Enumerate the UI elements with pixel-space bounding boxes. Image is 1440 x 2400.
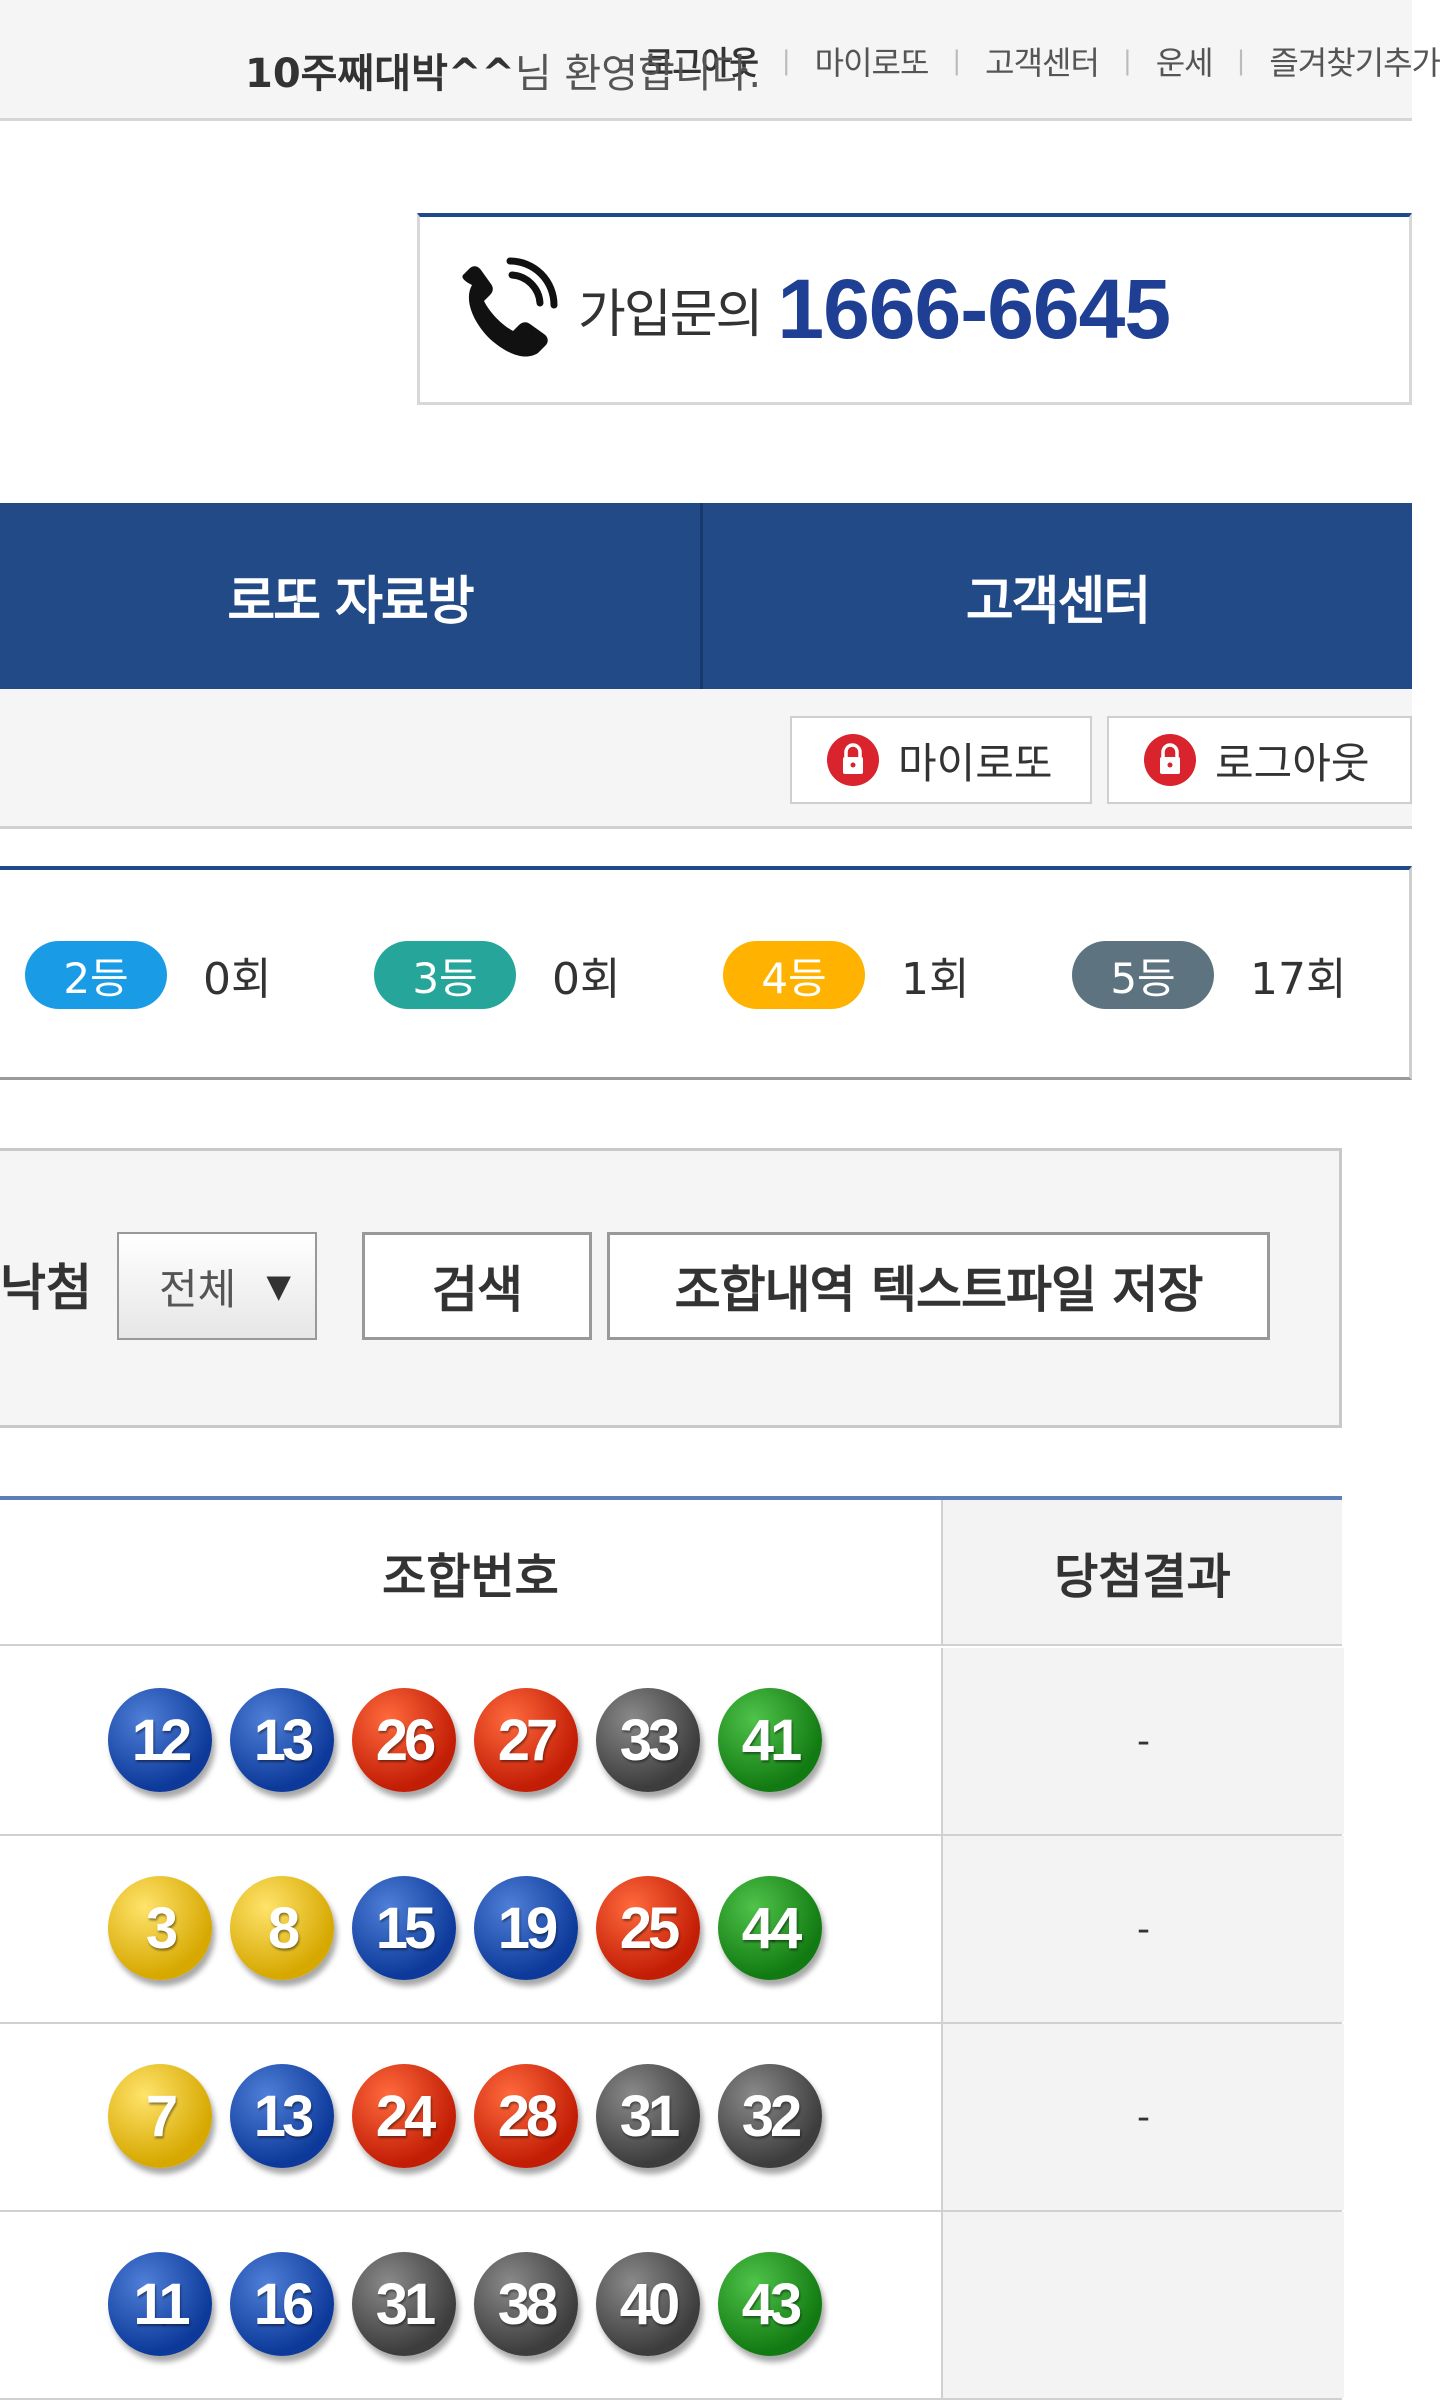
lotto-ball-group: 11 16 31 38 40 43	[108, 2252, 840, 2356]
table-row: 3 8 15 19 25 44-	[0, 1836, 1344, 2024]
lotto-ball: 16	[230, 2252, 334, 2356]
lotto-ball: 27	[474, 1688, 578, 1792]
lotto-ball-group: 7 13 24 28 31 32	[108, 2064, 840, 2168]
mylotto-button-label: 마이로또	[898, 738, 1053, 788]
row-result	[941, 2212, 1344, 2398]
rank-count: 0회	[552, 954, 621, 1005]
lotto-ball: 31	[596, 2064, 700, 2168]
column-header-combination: 조합번호	[0, 1500, 941, 1646]
top-link-support[interactable]: 고객센터	[985, 38, 1100, 84]
top-link-mylotto[interactable]: 마이로또	[815, 38, 930, 84]
rank-item: 2등 0회	[25, 940, 271, 1010]
table-row: 11 16 31 38 40 43	[0, 2212, 1344, 2400]
signup-phone-box: 가입문의 1666-6645	[417, 213, 1412, 405]
lotto-ball: 44	[718, 1876, 822, 1980]
row-result: -	[941, 1648, 1344, 1834]
rank-count: 1회	[901, 954, 970, 1005]
divider: |	[952, 46, 962, 76]
main-nav: 로또 자료방 고객센터	[0, 503, 1412, 689]
lotto-ball: 15	[352, 1876, 456, 1980]
lotto-ball: 33	[596, 1688, 700, 1792]
divider: |	[781, 46, 791, 76]
column-header-result: 당첨결과	[941, 1500, 1342, 1646]
lotto-ball: 7	[108, 2064, 212, 2168]
rank-badge: 3등	[374, 941, 516, 1009]
welcome-username: 10주째대박^^	[245, 51, 515, 97]
logout-button[interactable]: 로그아웃	[1107, 716, 1412, 804]
table-row: 7 13 24 28 31 32-	[0, 2024, 1344, 2212]
lotto-ball: 19	[474, 1876, 578, 1980]
lotto-ball-group: 3 8 15 19 25 44	[108, 1876, 840, 1980]
welcome-message: 10주째대박^^ 님 환영합니다.	[245, 0, 761, 140]
lotto-ball: 26	[352, 1688, 456, 1792]
rank-item: 5등 17회	[1072, 940, 1346, 1010]
lotto-ball: 11	[108, 2252, 212, 2356]
rank-count: 0회	[203, 954, 272, 1005]
lotto-ball: 25	[596, 1876, 700, 1980]
lotto-ball: 43	[718, 2252, 822, 2356]
lotto-ball-group: 12 13 26 27 33 41	[108, 1688, 840, 1792]
rank-badge: 4등	[723, 941, 865, 1009]
rank-badge: 2등	[25, 941, 167, 1009]
lotto-ball: 8	[230, 1876, 334, 1980]
top-link-fortune[interactable]: 운세	[1156, 38, 1214, 84]
nav-item-support[interactable]: 고객센터	[703, 503, 1412, 689]
save-text-file-button[interactable]: 조합내역 텍스트파일 저장	[607, 1232, 1270, 1340]
lotto-ball: 28	[474, 2064, 578, 2168]
table-row: 12 13 26 27 33 41-	[0, 1648, 1344, 1836]
search-filter-label: 낙첨	[0, 1259, 92, 1317]
phone-label: 가입문의	[578, 285, 763, 345]
lotto-ball: 13	[230, 1688, 334, 1792]
lotto-ball: 40	[596, 2252, 700, 2356]
logout-button-label: 로그아웃	[1215, 738, 1370, 788]
lock-icon	[1144, 734, 1196, 786]
top-link-bookmark[interactable]: 즐겨찾기추가	[1269, 38, 1440, 84]
rank-count: 17회	[1250, 954, 1347, 1005]
phone-number: 1666-6645	[777, 262, 1171, 356]
rank-badge: 5등	[1072, 941, 1214, 1009]
lotto-ball: 12	[108, 1688, 212, 1792]
divider: |	[1122, 46, 1132, 76]
rank-item: 3등 0회	[374, 940, 620, 1010]
row-result: -	[941, 2024, 1344, 2210]
result-filter-select[interactable]: 전체 ▼	[117, 1232, 317, 1340]
lotto-ball: 41	[718, 1688, 822, 1792]
lotto-ball: 38	[474, 2252, 578, 2356]
result-filter-value: 전체	[159, 1264, 237, 1314]
lock-icon	[827, 734, 879, 786]
welcome-suffix: 님 환영합니다.	[514, 51, 762, 97]
row-result: -	[941, 1836, 1344, 2022]
dropdown-arrow-icon: ▼	[266, 1267, 291, 1305]
divider: |	[1236, 46, 1246, 76]
phone-icon	[462, 257, 558, 357]
rank-item: 4등 1회	[723, 940, 969, 1010]
mylotto-button[interactable]: 마이로또	[790, 716, 1092, 804]
lotto-ball: 3	[108, 1876, 212, 1980]
nav-item-lotto-archive[interactable]: 로또 자료방	[0, 503, 703, 689]
search-button[interactable]: 검색	[362, 1232, 592, 1340]
lotto-ball: 24	[352, 2064, 456, 2168]
lotto-ball: 13	[230, 2064, 334, 2168]
lotto-ball: 31	[352, 2252, 456, 2356]
lotto-ball: 32	[718, 2064, 822, 2168]
